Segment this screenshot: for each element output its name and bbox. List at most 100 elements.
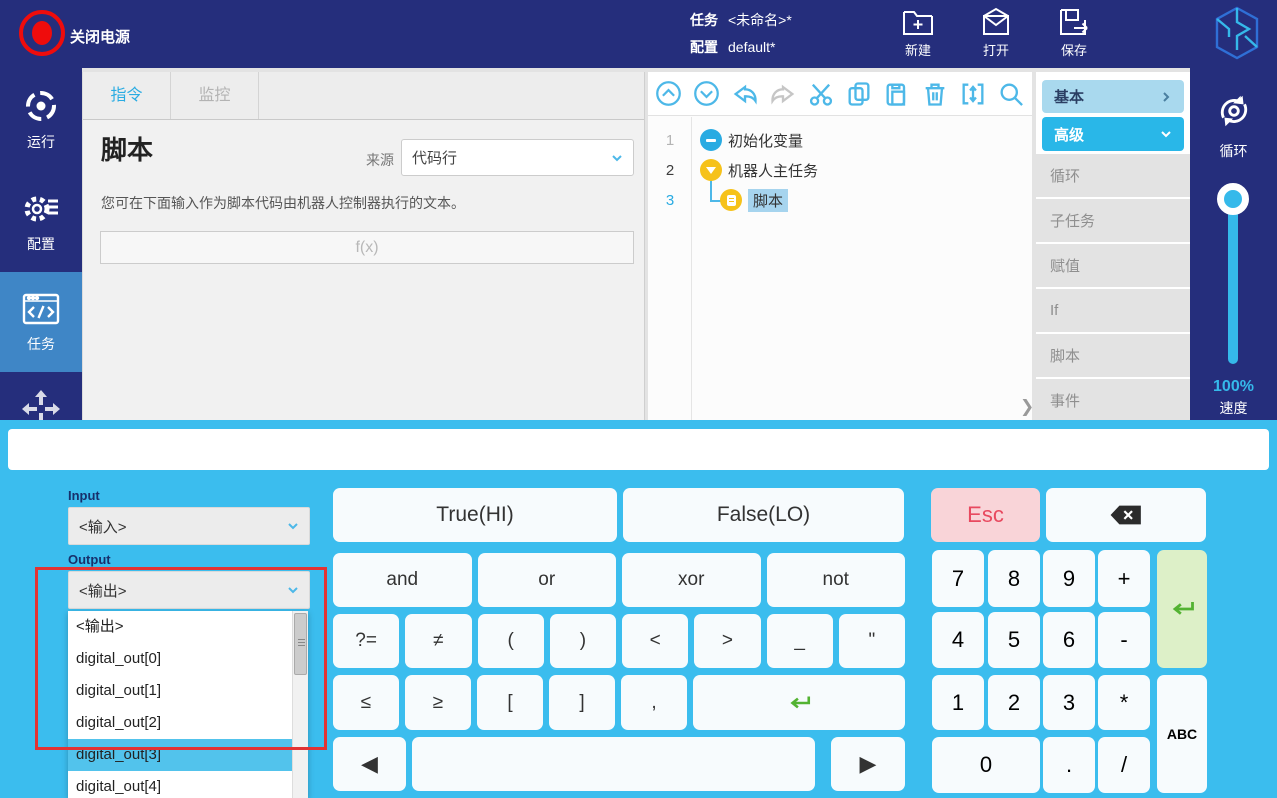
collapse-node-icon[interactable] bbox=[700, 159, 722, 181]
paste-icon[interactable] bbox=[881, 78, 912, 109]
key-question-equals[interactable]: ?= bbox=[333, 614, 400, 668]
tree-row-init-vars[interactable]: 1 初始化变量 bbox=[648, 125, 1032, 155]
cut-icon[interactable] bbox=[805, 78, 836, 109]
key-enter-wide[interactable] bbox=[693, 675, 905, 730]
instruction-panel: 指令 监控 脚本 来源 代码行 您可在下面输入作为脚本代码由机器人控制器执行的文… bbox=[82, 72, 645, 420]
fit-height-icon[interactable] bbox=[957, 78, 988, 109]
key-2[interactable]: 2 bbox=[988, 675, 1040, 730]
palette-item-subtask[interactable]: 子任务 bbox=[1036, 199, 1190, 244]
key-8[interactable]: 8 bbox=[988, 550, 1040, 607]
palette-item-event[interactable]: 事件 bbox=[1036, 379, 1190, 420]
palette-group-basic[interactable]: 基本 bbox=[1042, 80, 1184, 113]
key-bracket-close[interactable]: ] bbox=[549, 675, 615, 730]
key-less-than[interactable]: < bbox=[622, 614, 689, 668]
sidebar-item-config[interactable]: 配置 bbox=[0, 180, 82, 258]
keyboard-text-input[interactable] bbox=[8, 429, 1269, 470]
key-greater-than[interactable]: > bbox=[694, 614, 761, 668]
key-1[interactable]: 1 bbox=[932, 675, 984, 730]
palette-item-assignment[interactable]: 赋值 bbox=[1036, 244, 1190, 289]
key-paren-close[interactable]: ) bbox=[549, 614, 616, 668]
key-abc-mode[interactable]: ABC bbox=[1157, 675, 1207, 793]
dropdown-option[interactable]: digital_out[0] bbox=[68, 643, 292, 675]
tree-row-script-selected[interactable]: 3 脚本 bbox=[648, 185, 1032, 215]
chevron-right-icon bbox=[1163, 91, 1170, 102]
delete-icon[interactable] bbox=[919, 78, 950, 109]
key-less-equal[interactable]: ≤ bbox=[333, 675, 399, 730]
task-value: <未命名>* bbox=[728, 12, 792, 28]
sidebar-item-task-active[interactable]: 任务 bbox=[0, 272, 82, 372]
key-backspace[interactable] bbox=[1046, 488, 1206, 542]
palette-group-advanced[interactable]: 高级 bbox=[1042, 117, 1184, 151]
sidebar-item-run-label: 运行 bbox=[27, 134, 55, 150]
undo-icon[interactable] bbox=[729, 78, 760, 109]
speed-slider-handle[interactable] bbox=[1217, 183, 1249, 215]
panel-expand-chevron[interactable]: ❯ bbox=[1020, 397, 1034, 417]
sidebar-item-run[interactable]: 运行 bbox=[0, 78, 82, 156]
key-space[interactable] bbox=[412, 737, 815, 791]
key-false-lo[interactable]: False(LO) bbox=[623, 488, 904, 542]
key-cursor-right[interactable]: ▶ bbox=[831, 737, 905, 791]
script-node-icon[interactable] bbox=[720, 189, 742, 211]
palette-item-loop[interactable]: 循环 bbox=[1036, 154, 1190, 199]
palette-item-script[interactable]: 脚本 bbox=[1036, 334, 1190, 379]
key-and[interactable]: and bbox=[333, 553, 472, 607]
collapse-up-icon[interactable] bbox=[653, 78, 684, 109]
gear-icon bbox=[24, 196, 58, 222]
redo-icon[interactable] bbox=[767, 78, 798, 109]
expand-down-icon[interactable] bbox=[691, 78, 722, 109]
new-task-button[interactable]: 新建 bbox=[888, 6, 948, 59]
key-9[interactable]: 9 bbox=[1043, 550, 1095, 607]
key-comma[interactable]: , bbox=[621, 675, 687, 730]
key-underscore[interactable]: _ bbox=[766, 614, 833, 668]
key-greater-equal[interactable]: ≥ bbox=[405, 675, 471, 730]
copy-icon[interactable] bbox=[843, 78, 874, 109]
key-not-equal[interactable]: ≠ bbox=[405, 614, 472, 668]
panel-tab-bar: 指令 监控 bbox=[83, 72, 644, 120]
scrollbar-thumb[interactable] bbox=[294, 613, 307, 675]
dropdown-option[interactable]: digital_out[1] bbox=[68, 675, 292, 707]
source-select[interactable]: 代码行 bbox=[401, 139, 634, 176]
dropdown-option[interactable]: digital_out[2] bbox=[68, 707, 292, 739]
key-dot[interactable]: . bbox=[1043, 737, 1095, 793]
loop-mode-button[interactable]: 循环 bbox=[1190, 90, 1277, 161]
key-asterisk[interactable]: * bbox=[1098, 675, 1150, 730]
key-bracket-open[interactable]: [ bbox=[477, 675, 543, 730]
speed-slider-track[interactable] bbox=[1228, 196, 1238, 364]
output-select[interactable]: <输出> bbox=[68, 571, 310, 609]
key-3[interactable]: 3 bbox=[1043, 675, 1095, 730]
key-slash[interactable]: / bbox=[1098, 737, 1150, 793]
palette-item-if[interactable]: If bbox=[1036, 289, 1190, 334]
key-plus[interactable]: + bbox=[1098, 550, 1150, 607]
key-6[interactable]: 6 bbox=[1043, 612, 1095, 668]
expression-input[interactable] bbox=[100, 231, 634, 264]
key-5[interactable]: 5 bbox=[988, 612, 1040, 668]
key-esc[interactable]: Esc bbox=[931, 488, 1040, 542]
key-or[interactable]: or bbox=[477, 553, 616, 607]
top-bar: 关闭电源 任务 <未命名>* 配置 default* 新建 打开 保存 bbox=[0, 0, 1277, 68]
key-enter[interactable] bbox=[1157, 550, 1207, 668]
dropdown-option[interactable]: <输出> bbox=[68, 611, 292, 643]
tab-instruction[interactable]: 指令 bbox=[83, 72, 171, 119]
power-button[interactable] bbox=[19, 10, 65, 56]
key-7[interactable]: 7 bbox=[932, 550, 984, 607]
tree-row-main-task[interactable]: 2 机器人主任务 bbox=[648, 155, 1032, 185]
open-task-button[interactable]: 打开 bbox=[966, 6, 1026, 59]
dropdown-option[interactable]: digital_out[4] bbox=[68, 771, 292, 798]
backspace-icon bbox=[1110, 505, 1141, 525]
key-not[interactable]: not bbox=[766, 553, 905, 607]
key-paren-open[interactable]: ( bbox=[477, 614, 544, 668]
dropdown-option-highlighted[interactable]: digital_out[3] bbox=[68, 739, 292, 771]
input-select[interactable]: <输入> bbox=[68, 507, 310, 545]
key-cursor-left[interactable]: ◀ bbox=[333, 737, 406, 791]
key-4[interactable]: 4 bbox=[932, 612, 984, 668]
key-quote[interactable]: " bbox=[838, 614, 905, 668]
search-icon[interactable] bbox=[995, 78, 1026, 109]
tab-monitor[interactable]: 监控 bbox=[171, 72, 259, 119]
save-task-button[interactable]: 保存 bbox=[1044, 6, 1104, 59]
key-minus[interactable]: - bbox=[1098, 612, 1150, 668]
dropdown-scrollbar[interactable] bbox=[292, 611, 308, 798]
minus-node-icon[interactable] bbox=[700, 129, 722, 151]
key-true-hi[interactable]: True(HI) bbox=[333, 488, 617, 542]
key-xor[interactable]: xor bbox=[622, 553, 761, 607]
key-0[interactable]: 0 bbox=[932, 737, 1040, 793]
